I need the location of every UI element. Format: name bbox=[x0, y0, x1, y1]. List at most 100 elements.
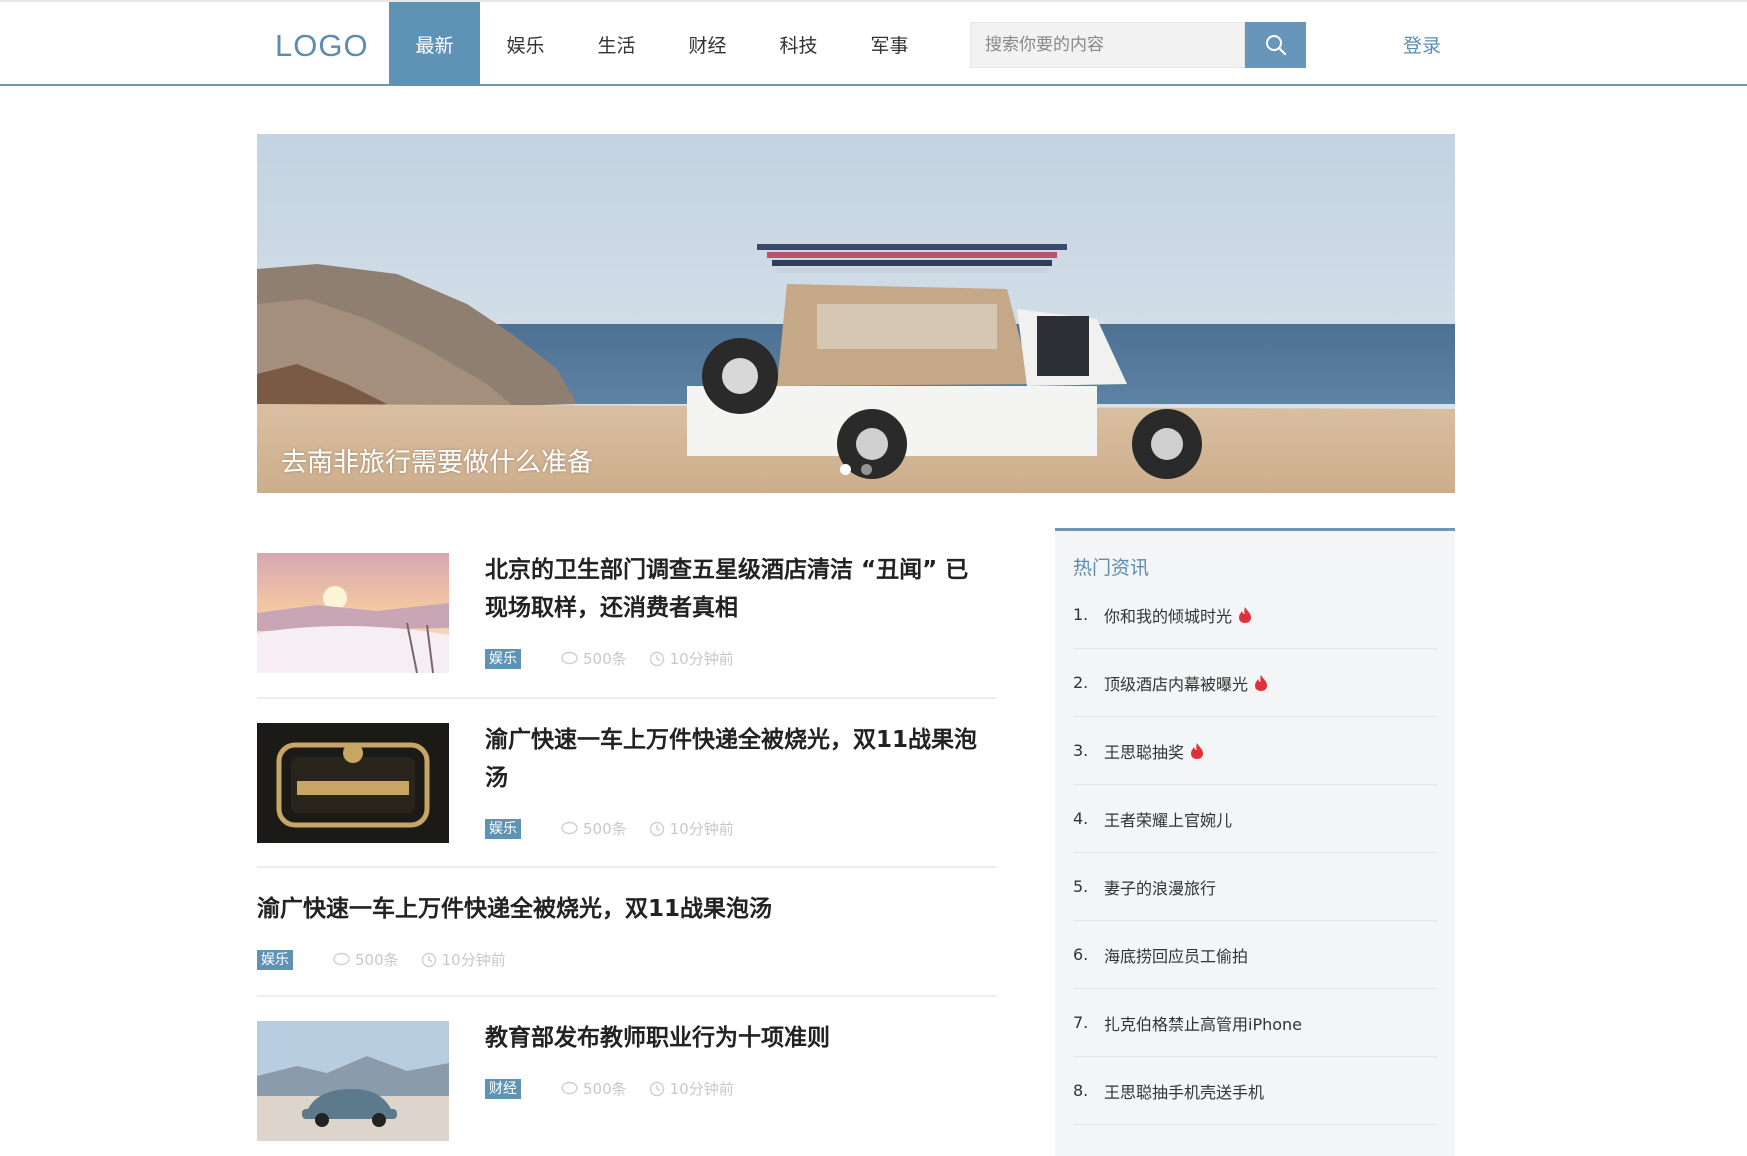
hot-news-sidebar: 热门资讯 1. 你和我的倾城时光 2. 顶级酒店内幕被曝光 3. 王思聪抽奖 4… bbox=[1055, 528, 1455, 1156]
comment-text: 500条 bbox=[355, 951, 399, 969]
news-title-line: 汤 bbox=[485, 765, 508, 791]
banner-carousel[interactable]: 去南非旅行需要做什么准备 bbox=[257, 134, 1455, 493]
publish-time: 10分钟前 bbox=[649, 1078, 734, 1099]
hot-news-item[interactable]: 5. 妻子的浪漫旅行 bbox=[1073, 853, 1437, 921]
publish-time: 10分钟前 bbox=[421, 949, 506, 970]
sidebar-title: 热门资讯 bbox=[1073, 557, 1150, 579]
comment-count: 500条 bbox=[561, 818, 627, 839]
header: LOGO 最新 娱乐 生活 财经 科技 军事 登录 bbox=[0, 0, 1747, 86]
clock-icon bbox=[649, 651, 664, 666]
login-link[interactable]: 登录 bbox=[1403, 31, 1441, 58]
rank-number: 8. bbox=[1073, 1081, 1089, 1100]
hot-news-text: 你和我的倾城时光 bbox=[1104, 606, 1233, 626]
time-text: 10分钟前 bbox=[441, 951, 506, 969]
hot-news-text: 扎克伯格禁止高管用iPhone bbox=[1104, 1014, 1303, 1034]
divider bbox=[257, 697, 997, 699]
nav-item-entertainment[interactable]: 娱乐 bbox=[480, 2, 571, 86]
banner-image bbox=[257, 134, 1455, 493]
hot-news-text: 王思聪抽奖 bbox=[1104, 742, 1185, 762]
clock-icon bbox=[649, 1081, 664, 1096]
news-thumbnail[interactable] bbox=[257, 723, 449, 843]
time-text: 10分钟前 bbox=[669, 650, 734, 668]
news-meta: 娱乐 500条 10分钟前 bbox=[257, 949, 528, 970]
search-input[interactable] bbox=[971, 23, 1244, 67]
comment-count: 500条 bbox=[561, 648, 627, 669]
comment-icon bbox=[333, 952, 350, 966]
comment-text: 500条 bbox=[583, 650, 627, 668]
news-meta: 娱乐 500条 10分钟前 bbox=[485, 818, 756, 839]
news-title[interactable]: 渝广快速一车上万件快递全被烧光，双11战果泡汤 bbox=[257, 890, 997, 928]
rank-number: 4. bbox=[1073, 809, 1089, 828]
hot-news-text: 妻子的浪漫旅行 bbox=[1104, 878, 1217, 898]
news-title-line: 现场取样，还消费者真相 bbox=[485, 595, 738, 621]
publish-time: 10分钟前 bbox=[649, 648, 734, 669]
rank-number: 2. bbox=[1073, 673, 1089, 692]
hot-news-item[interactable]: 1. 你和我的倾城时光 bbox=[1073, 581, 1437, 649]
search-box bbox=[970, 22, 1245, 68]
nav-item-tech[interactable]: 科技 bbox=[753, 2, 844, 86]
hot-news-item[interactable]: 8. 王思聪抽手机壳送手机 bbox=[1073, 1057, 1437, 1125]
gshock-11-11-image bbox=[257, 723, 449, 843]
news-item[interactable]: 渝广快速一车上万件快递全被烧光，双11战果泡汤 娱乐 500条 10分钟前 bbox=[257, 892, 997, 972]
category-tag[interactable]: 娱乐 bbox=[257, 949, 293, 970]
news-item[interactable]: 渝广快速一车上万件快递全被烧光，双11战果泡 汤 娱乐 500条 10分钟前 bbox=[257, 723, 997, 843]
divider bbox=[257, 995, 997, 997]
comment-text: 500条 bbox=[583, 1080, 627, 1098]
rank-number: 6. bbox=[1073, 945, 1089, 964]
nav-item-latest[interactable]: 最新 bbox=[389, 2, 480, 86]
comment-icon bbox=[561, 821, 578, 835]
carousel-dot-1[interactable] bbox=[840, 464, 851, 475]
category-tag[interactable]: 娱乐 bbox=[485, 818, 521, 839]
hot-news-text: 王思聪抽手机壳送手机 bbox=[1104, 1082, 1265, 1102]
hot-news-item[interactable]: 2. 顶级酒店内幕被曝光 bbox=[1073, 649, 1437, 717]
news-title-line: 渝广快速一车上万件快递全被烧光，双11战果泡汤 bbox=[257, 896, 773, 922]
news-item[interactable]: 教育部发布教师职业行为十项准则 财经 500条 10分钟前 bbox=[257, 1021, 997, 1141]
comment-icon bbox=[561, 1081, 578, 1095]
nav-item-life[interactable]: 生活 bbox=[571, 2, 662, 86]
hot-news-item[interactable]: 6. 海底捞回应员工偷拍 bbox=[1073, 921, 1437, 989]
fire-icon bbox=[1255, 674, 1268, 691]
publish-time: 10分钟前 bbox=[649, 818, 734, 839]
category-tag[interactable]: 娱乐 bbox=[485, 648, 521, 669]
hot-news-item[interactable]: 3. 王思聪抽奖 bbox=[1073, 717, 1437, 785]
news-title-line: 渝广快速一车上万件快递全被烧光，双11战果泡 bbox=[485, 727, 978, 753]
search-button[interactable] bbox=[1245, 22, 1306, 68]
time-text: 10分钟前 bbox=[669, 820, 734, 838]
rank-number: 3. bbox=[1073, 741, 1089, 760]
fire-icon bbox=[1239, 606, 1252, 623]
category-tag[interactable]: 财经 bbox=[485, 1078, 521, 1099]
snow-sunset-image bbox=[257, 553, 449, 673]
carousel-dot-2[interactable] bbox=[861, 464, 872, 475]
news-thumbnail[interactable] bbox=[257, 1021, 449, 1141]
main-nav: 最新 娱乐 生活 财经 科技 军事 bbox=[389, 2, 935, 86]
news-title-line: 北京的卫生部门调查五星级酒店清洁 “丑闻” 已 bbox=[485, 557, 969, 583]
news-title-line: 教育部发布教师职业行为十项准则 bbox=[485, 1025, 830, 1051]
search-icon bbox=[1265, 35, 1286, 56]
comment-count: 500条 bbox=[333, 949, 399, 970]
hot-news-item[interactable]: 4. 王者荣耀上官婉儿 bbox=[1073, 785, 1437, 853]
hot-news-text: 顶级酒店内幕被曝光 bbox=[1104, 674, 1249, 694]
clock-icon bbox=[649, 821, 664, 836]
logo[interactable]: LOGO bbox=[275, 28, 369, 64]
beetle-car-image bbox=[257, 1021, 449, 1141]
news-title[interactable]: 北京的卫生部门调查五星级酒店清洁 “丑闻” 已 现场取样，还消费者真相 bbox=[485, 551, 997, 627]
nav-item-military[interactable]: 军事 bbox=[844, 2, 935, 86]
time-text: 10分钟前 bbox=[669, 1080, 734, 1098]
divider bbox=[257, 866, 997, 868]
news-thumbnail[interactable] bbox=[257, 553, 449, 673]
comment-text: 500条 bbox=[583, 820, 627, 838]
news-title[interactable]: 教育部发布教师职业行为十项准则 bbox=[485, 1019, 997, 1057]
comment-count: 500条 bbox=[561, 1078, 627, 1099]
rank-number: 5. bbox=[1073, 877, 1089, 896]
nav-item-finance[interactable]: 财经 bbox=[662, 2, 753, 86]
news-title[interactable]: 渝广快速一车上万件快递全被烧光，双11战果泡 汤 bbox=[485, 721, 997, 797]
rank-number: 7. bbox=[1073, 1013, 1089, 1032]
news-item[interactable]: 北京的卫生部门调查五星级酒店清洁 “丑闻” 已 现场取样，还消费者真相 娱乐 5… bbox=[257, 553, 997, 673]
news-meta: 财经 500条 10分钟前 bbox=[485, 1078, 756, 1099]
banner-caption[interactable]: 去南非旅行需要做什么准备 bbox=[281, 442, 593, 479]
comment-icon bbox=[561, 651, 578, 665]
hot-news-item[interactable]: 7. 扎克伯格禁止高管用iPhone bbox=[1073, 989, 1437, 1057]
rank-number: 1. bbox=[1073, 605, 1089, 624]
hot-news-text: 王者荣耀上官婉儿 bbox=[1104, 810, 1233, 830]
clock-icon bbox=[421, 952, 436, 967]
